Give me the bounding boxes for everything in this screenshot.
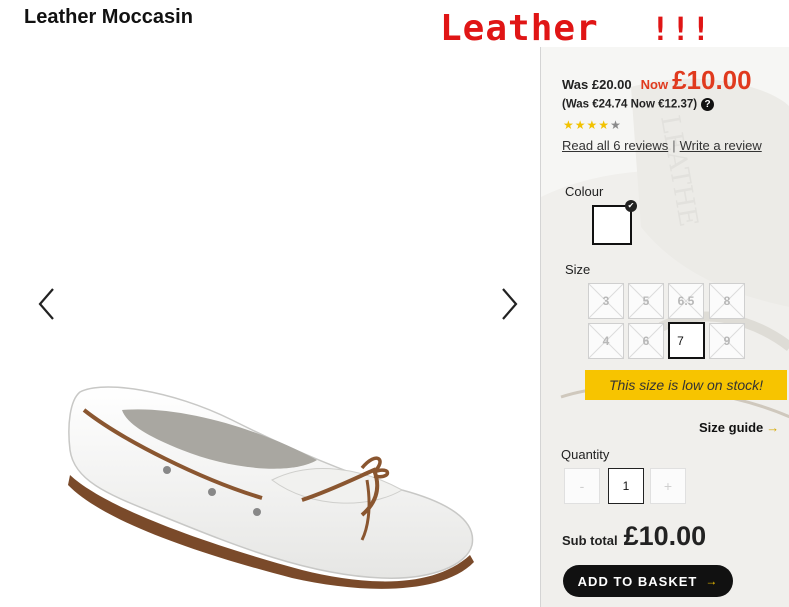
size-option[interactable]: 3	[588, 283, 624, 319]
size-option-label: 9	[723, 334, 731, 348]
purchase-panel: LEATHE Was £20.00 Now £10.00 (Was €24.74…	[540, 47, 789, 607]
quantity-label: Quantity	[561, 447, 610, 462]
size-option[interactable]: 9	[709, 323, 745, 359]
review-links: Read all 6 reviews | Write a review	[562, 138, 762, 153]
add-to-basket-label: ADD TO BASKET	[577, 573, 698, 589]
price-row: Was £20.00 Now £10.00	[562, 65, 752, 96]
size-option-label: 6.5	[677, 294, 695, 308]
quantity-increase-button[interactable]: +	[650, 468, 686, 504]
overlay-exclaim: !!!	[650, 10, 712, 48]
overlay-text: Leather	[440, 8, 599, 49]
size-option-label: 8	[723, 294, 731, 308]
check-icon: ✔	[625, 200, 637, 212]
write-review-link[interactable]: Write a review	[680, 138, 762, 153]
star-icon: ★	[586, 118, 599, 132]
size-option[interactable]: 8	[709, 283, 745, 319]
low-stock-banner: This size is low on stock!	[585, 370, 787, 400]
star-icon: ★	[598, 118, 611, 132]
size-option-label: 4	[602, 334, 610, 348]
size-option-selected[interactable]: 7 ✔	[668, 322, 705, 359]
colour-swatch-white[interactable]: ✔	[592, 200, 637, 245]
size-option[interactable]: 5	[628, 283, 664, 319]
arrow-right-icon: →	[705, 574, 719, 588]
size-option-label: 5	[642, 294, 650, 308]
subtotal-value: £10.00	[623, 521, 707, 551]
check-icon: ✔	[693, 328, 701, 338]
size-guide-label: Size guide	[699, 420, 764, 435]
review-separator: |	[672, 138, 676, 153]
read-reviews-link[interactable]: Read all 6 reviews	[562, 138, 668, 153]
product-image	[68, 386, 474, 589]
star-icon: ★	[563, 118, 575, 132]
size-option[interactable]: 6.5	[668, 283, 704, 319]
size-option-label: 6	[642, 334, 650, 348]
add-to-basket-button[interactable]: ADD TO BASKET →	[563, 565, 733, 597]
subtotal: Sub total £10.00	[562, 521, 706, 552]
size-option-label: 7	[677, 333, 684, 348]
was-price: Was £20.00	[562, 77, 632, 92]
arrow-right-icon: →	[766, 420, 780, 435]
euro-price-text: (Was €24.74 Now €12.37)	[562, 98, 698, 111]
star-rating: ★★★★★	[563, 118, 622, 132]
euro-price: (Was €24.74 Now €12.37)?	[562, 98, 715, 111]
quantity-decrease-button[interactable]: -	[564, 468, 600, 504]
now-label: Now	[640, 77, 669, 92]
now-price: £10.00	[672, 65, 752, 95]
size-option[interactable]: 4	[588, 323, 624, 359]
star-icon: ★	[574, 118, 587, 132]
help-icon[interactable]: ?	[701, 98, 715, 111]
colour-label: Colour	[565, 184, 604, 199]
product-title: Leather Moccasin	[24, 6, 193, 28]
star-icon: ★	[610, 118, 622, 132]
size-guide-link[interactable]: Size guide →	[699, 420, 779, 435]
chevron-right-icon[interactable]	[497, 286, 521, 322]
size-option-label: 3	[602, 294, 610, 308]
chevron-left-icon[interactable]	[35, 286, 59, 322]
subtotal-label: Sub total	[562, 533, 618, 548]
quantity-input[interactable]: 1	[608, 468, 644, 504]
overlay-annotation: Leather!!!	[440, 8, 712, 49]
size-option[interactable]: 6	[628, 323, 664, 359]
size-label: Size	[565, 262, 591, 277]
